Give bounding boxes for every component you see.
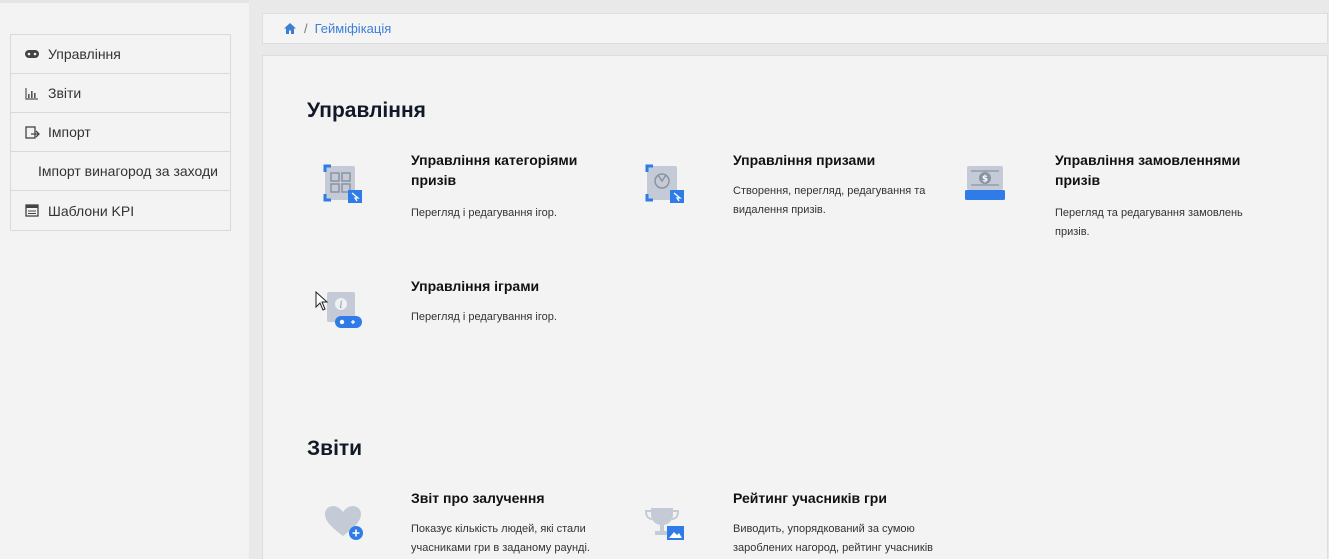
gamepad-icon	[24, 46, 40, 62]
sidebar-item-import-rewards[interactable]: Імпорт винагород за заходи	[11, 152, 230, 191]
sidebar: Управління Звіти Імпорт Імпорт винагород…	[0, 0, 249, 559]
sidebar-item-label: Шаблони KPI	[48, 202, 135, 219]
card-title: Рейтинг учасників гри	[733, 490, 887, 506]
bar-chart-icon	[24, 85, 40, 101]
card-description: Показує кількість людей, які стали учасн…	[411, 523, 590, 554]
home-icon[interactable]	[283, 22, 297, 36]
card-title: Управління іграми	[411, 278, 540, 294]
prize-icon	[639, 152, 695, 208]
card-description: Створення, перегляд, редагування та вида…	[733, 185, 926, 216]
sidebar-item-kpi-templates[interactable]: Шаблони KPI	[11, 191, 230, 230]
card-description: Перегляд і редагування ігор.	[411, 207, 557, 219]
money-order-icon: $	[961, 152, 1017, 208]
svg-text:i: i	[339, 300, 342, 311]
card-title: Звіт про залучення	[411, 490, 545, 506]
card-description: Перегляд і редагування ігор.	[411, 311, 557, 323]
sidebar-item-label: Імпорт	[48, 124, 91, 140]
sidebar-item-import[interactable]: Імпорт	[11, 113, 230, 152]
import-icon	[24, 124, 40, 140]
svg-text:$: $	[982, 175, 988, 185]
breadcrumb: / Гейміфікація	[262, 13, 1328, 44]
sidebar-item-management[interactable]: Управління	[11, 35, 230, 74]
sidebar-item-reports[interactable]: Звіти	[11, 74, 230, 113]
mouse-cursor-icon	[315, 290, 329, 316]
sidebar-item-label: Звіти	[48, 85, 82, 101]
card-title: Управління замовленнями призів	[1055, 152, 1241, 188]
breadcrumb-separator: /	[304, 21, 308, 36]
card-title: Управління призами	[733, 152, 876, 168]
card-description: Перегляд та редагування замовлень призів…	[1055, 207, 1243, 238]
heart-plus-icon	[317, 490, 373, 546]
trophy-icon	[639, 490, 695, 546]
sidebar-menu: Управління Звіти Імпорт Імпорт винагород…	[10, 34, 231, 231]
sidebar-item-label: Управління	[48, 46, 121, 62]
main-content: Управління Управління категоріями призів…	[262, 55, 1328, 559]
section-title-management: Управління	[307, 99, 426, 122]
breadcrumb-current[interactable]: Гейміфікація	[315, 21, 392, 36]
category-grid-icon	[317, 152, 373, 208]
card-title: Управління категоріями призів	[411, 152, 578, 188]
card-description: Виводить, упорядкований за сумою заробле…	[733, 523, 933, 554]
sidebar-item-label: Імпорт винагород за заходи	[38, 163, 218, 179]
section-title-reports: Звіти	[307, 437, 363, 460]
template-icon	[24, 203, 40, 219]
